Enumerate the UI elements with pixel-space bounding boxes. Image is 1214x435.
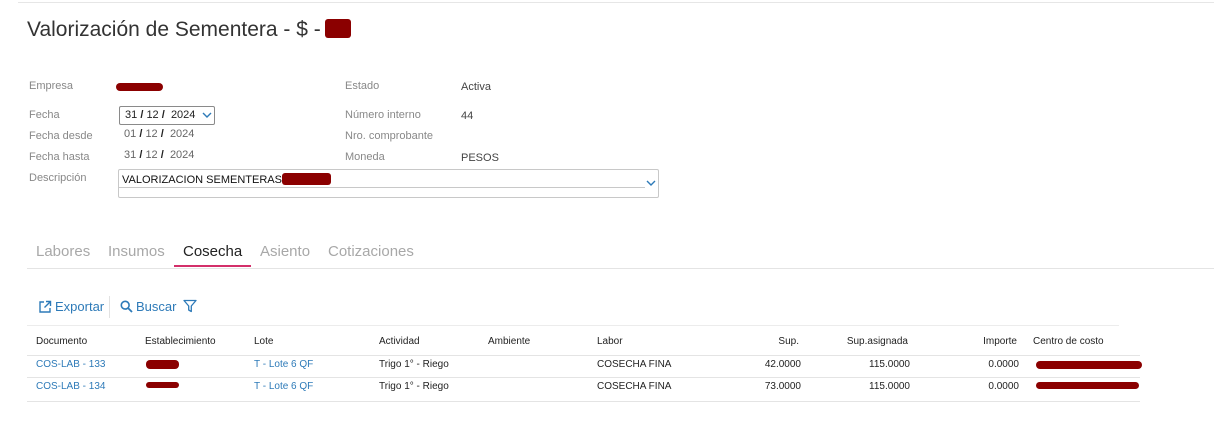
col-header-actividad[interactable]: Actividad xyxy=(379,336,420,347)
descripcion-value: VALORIZACION SEMENTERAS xyxy=(122,173,331,186)
sup-asignada-cell: 115.0000 xyxy=(869,359,910,370)
col-header-sup[interactable]: Sup. xyxy=(740,336,799,347)
redacted-title-suffix xyxy=(324,18,351,38)
external-link-icon xyxy=(38,300,52,314)
tab-cotizaciones[interactable]: Cotizaciones xyxy=(328,243,414,260)
row-divider xyxy=(27,377,1140,378)
descripcion-label: Descripción xyxy=(29,172,87,184)
tabs-divider xyxy=(27,268,1214,269)
tab-asiento[interactable]: Asiento xyxy=(260,243,310,260)
fecha-hasta-value[interactable]: 31 / 12 / 2024 xyxy=(124,149,194,161)
actividad-cell: Trigo 1° - Riego xyxy=(379,381,449,392)
labor-cell: COSECHA FINA xyxy=(597,381,672,392)
filter-icon xyxy=(183,299,197,313)
fecha-hasta-label: Fecha hasta xyxy=(29,151,90,163)
col-header-documento[interactable]: Documento xyxy=(36,336,87,347)
moneda-label: Moneda xyxy=(345,151,385,163)
sup-asignada-cell: 115.0000 xyxy=(869,381,910,392)
redacted-descripcion-suffix xyxy=(281,173,331,185)
search-icon xyxy=(120,300,133,313)
importe-cell: 0.0000 xyxy=(988,359,1019,370)
moneda-value: PESOS xyxy=(461,152,499,164)
redacted-centro-de-costo xyxy=(1036,382,1139,389)
top-divider xyxy=(18,2,1214,3)
col-header-centro-de-costo[interactable]: Centro de costo xyxy=(1033,336,1104,347)
documento-link[interactable]: COS-LAB - 133 xyxy=(36,359,105,370)
redacted-establecimiento xyxy=(146,360,179,369)
importe-cell: 0.0000 xyxy=(988,381,1019,392)
filter-button[interactable] xyxy=(183,299,197,313)
col-header-labor[interactable]: Labor xyxy=(597,336,623,347)
col-header-lote[interactable]: Lote xyxy=(254,336,273,347)
fecha-label: Fecha xyxy=(29,109,60,121)
nro-comprobante-label: Nro. comprobante xyxy=(345,130,434,142)
toolbar-divider xyxy=(27,325,1119,326)
fecha-desde-value[interactable]: 01 / 12 / 2024 xyxy=(124,128,194,140)
redacted-establecimiento xyxy=(146,382,179,388)
actividad-cell: Trigo 1° - Riego xyxy=(379,359,449,370)
numero-interno-value: 44 xyxy=(461,110,474,122)
labor-cell: COSECHA FINA xyxy=(597,359,672,370)
col-header-ambiente[interactable]: Ambiente xyxy=(488,336,530,347)
col-header-establecimiento[interactable]: Establecimiento xyxy=(145,336,216,347)
fecha-desde-label: Fecha desde xyxy=(29,130,93,142)
search-button[interactable]: Buscar xyxy=(120,299,176,314)
tab-insumos[interactable]: Insumos xyxy=(108,243,165,260)
export-label: Exportar xyxy=(55,299,105,314)
documento-link[interactable]: COS-LAB - 134 xyxy=(36,381,105,392)
tab-labores[interactable]: Labores xyxy=(36,243,90,260)
redacted-empresa-value xyxy=(116,83,163,91)
redacted-centro-de-costo xyxy=(1036,361,1142,369)
numero-interno-label: Número interno xyxy=(345,109,421,121)
chevron-down-icon[interactable] xyxy=(646,180,656,187)
col-header-importe[interactable]: Importe xyxy=(950,336,1017,347)
active-tab-indicator xyxy=(174,265,251,267)
tab-cosecha[interactable]: Cosecha xyxy=(183,243,242,260)
toolbar-separator xyxy=(109,296,110,318)
table-header-divider xyxy=(27,355,1140,356)
search-label: Buscar xyxy=(136,299,177,314)
descripcion-input[interactable]: VALORIZACION SEMENTERAS xyxy=(118,169,659,198)
empresa-label: Empresa xyxy=(29,80,74,92)
fecha-date-input[interactable]: 31 / 12 / 2024 xyxy=(119,106,215,125)
table-bottom-divider xyxy=(27,401,1140,402)
lote-link[interactable]: T - Lote 6 QF xyxy=(254,359,313,370)
export-button[interactable]: Exportar xyxy=(38,299,104,314)
lote-link[interactable]: T - Lote 6 QF xyxy=(254,381,313,392)
page-title: Valorización de Sementera - $ - xyxy=(27,18,351,42)
chevron-down-icon[interactable] xyxy=(202,112,212,119)
sup-cell: 73.0000 xyxy=(764,381,801,392)
col-header-sup-asignada[interactable]: Sup.asignada xyxy=(830,336,908,347)
sup-cell: 42.0000 xyxy=(764,359,801,370)
estado-label: Estado xyxy=(345,80,380,92)
estado-value: Activa xyxy=(461,81,491,93)
descripcion-underline xyxy=(119,187,645,188)
